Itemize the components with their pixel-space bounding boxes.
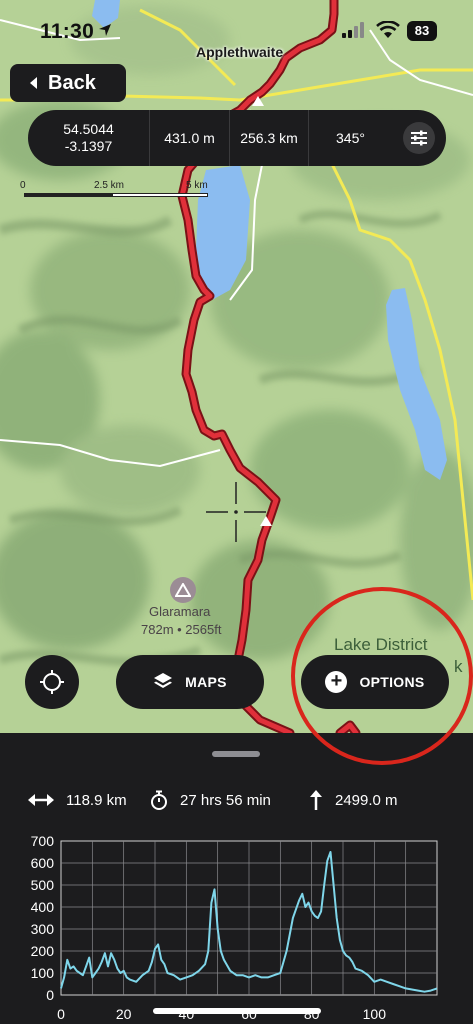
options-button[interactable]: + OPTIONS bbox=[301, 655, 449, 709]
y-tick-label: 700 bbox=[31, 833, 55, 849]
y-tick-label: 400 bbox=[31, 899, 55, 915]
stat-ascent: 2499.0 m bbox=[309, 788, 398, 812]
horizontal-arrows-icon bbox=[28, 794, 54, 806]
peak-name-label: Glaramara bbox=[149, 604, 211, 619]
plus-circle-icon: + bbox=[325, 671, 348, 693]
y-tick-label: 0 bbox=[46, 987, 54, 1003]
stat-duration-value: 27 hrs 56 min bbox=[180, 791, 271, 809]
wifi-icon bbox=[376, 21, 400, 38]
elevation-profile-chart[interactable]: 01002003004005006007000 20 40 60 80 100 bbox=[0, 828, 473, 1024]
latitude-value: 54.5044 bbox=[63, 121, 114, 137]
locate-me-button[interactable] bbox=[25, 655, 79, 709]
peak-marker-icon[interactable] bbox=[170, 577, 196, 603]
status-time: 11:30 bbox=[40, 20, 95, 43]
scale-tick: 5 km bbox=[186, 180, 208, 191]
stopwatch-icon bbox=[151, 790, 167, 810]
y-tick-label: 200 bbox=[31, 943, 55, 959]
park-label-line1: Lake District bbox=[334, 635, 428, 654]
y-tick-label: 500 bbox=[31, 877, 55, 893]
y-tick-label: 600 bbox=[31, 855, 55, 871]
scale-tick: 0 bbox=[20, 180, 26, 191]
location-arrow-icon bbox=[99, 24, 111, 36]
back-triangle-icon bbox=[30, 77, 37, 89]
route-stats: 118.9 km 27 hrs 56 min 2499.0 m bbox=[0, 788, 473, 812]
stat-distance: 118.9 km bbox=[28, 788, 127, 812]
scale-segment-light bbox=[112, 193, 208, 197]
options-button-label: OPTIONS bbox=[359, 674, 425, 690]
position-info-bar: 54.5044 -3.1397 431.0 m 256.3 km 345° bbox=[28, 110, 446, 166]
x-tick-label: 0 bbox=[57, 1006, 65, 1022]
crosshair-locate-icon bbox=[40, 670, 64, 694]
distance-value: 256.3 km bbox=[230, 110, 309, 166]
sliders-icon bbox=[411, 130, 427, 146]
map-scale-bar: 0 2.5 km 5 km bbox=[20, 180, 220, 200]
mountain-icon bbox=[175, 583, 191, 597]
back-button-label: Back bbox=[48, 71, 96, 94]
x-tick-label: 100 bbox=[363, 1006, 387, 1022]
longitude-value: -3.1397 bbox=[64, 138, 113, 154]
stat-ascent-value: 2499.0 m bbox=[335, 791, 398, 809]
up-arrow-icon bbox=[310, 790, 322, 810]
map-view[interactable]: 11:30 83 Back Applethwaite 54.5044 -3.13… bbox=[0, 0, 473, 733]
settings-button[interactable] bbox=[403, 122, 435, 154]
park-label-line2: k bbox=[454, 657, 463, 676]
stat-distance-value: 118.9 km bbox=[66, 791, 127, 809]
signal-icon bbox=[342, 22, 364, 38]
scale-segment-dark bbox=[24, 193, 112, 197]
back-button[interactable]: Back bbox=[10, 64, 126, 102]
settings-cell bbox=[392, 110, 446, 166]
maps-button[interactable]: MAPS bbox=[116, 655, 264, 709]
route-summary-panel: 118.9 km 27 hrs 56 min 2499.0 m 0 100 200 3… bbox=[0, 733, 473, 1024]
x-tick-label: 20 bbox=[116, 1006, 132, 1022]
y-tick-label: 100 bbox=[31, 965, 55, 981]
maps-button-label: MAPS bbox=[185, 674, 227, 690]
elevation-value: 431.0 m bbox=[150, 110, 230, 166]
home-indicator bbox=[153, 1008, 321, 1014]
status-bar: 11:30 83 bbox=[0, 0, 473, 60]
peak-elevation-label: 782m • 2565ft bbox=[141, 622, 222, 637]
panel-grabber-handle[interactable] bbox=[212, 751, 260, 757]
coordinates-cell: 54.5044 -3.1397 bbox=[28, 110, 150, 166]
battery-icon: 83 bbox=[407, 21, 437, 41]
crosshair-icon bbox=[206, 482, 266, 542]
bearing-value: 345° bbox=[336, 129, 365, 146]
layers-icon bbox=[154, 673, 173, 688]
y-tick-label: 300 bbox=[31, 921, 55, 937]
scale-tick: 2.5 km bbox=[94, 180, 125, 191]
stat-duration: 27 hrs 56 min bbox=[150, 788, 271, 812]
